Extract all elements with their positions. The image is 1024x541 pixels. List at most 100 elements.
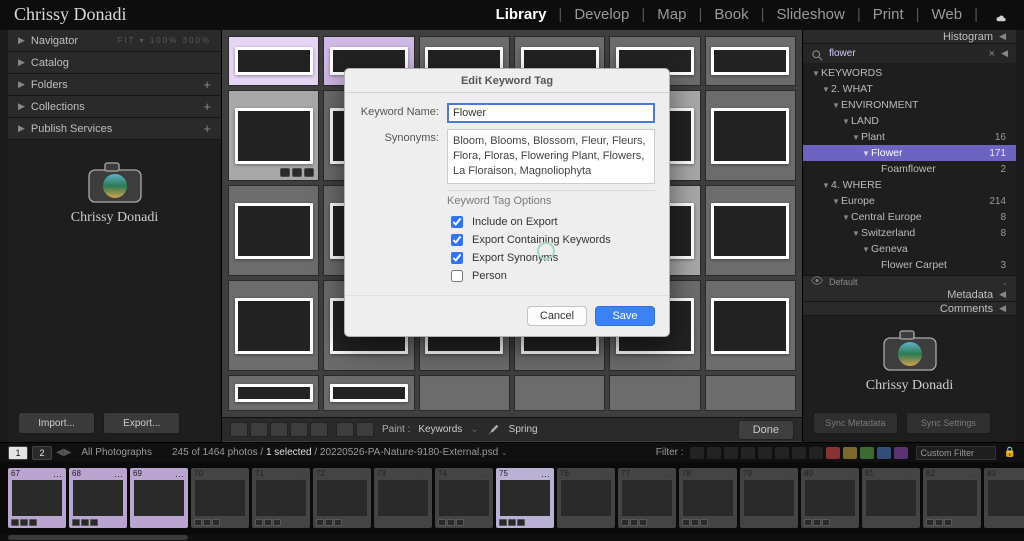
view-loupe-button[interactable] bbox=[250, 422, 268, 437]
filmstrip-cell[interactable]: 76⋯ bbox=[557, 468, 615, 528]
folders-header[interactable]: ▶ Folders + bbox=[8, 74, 221, 96]
secondary-display-2[interactable]: 2 bbox=[32, 446, 52, 460]
filmstrip-cell[interactable]: 73⋯ bbox=[374, 468, 432, 528]
secondary-display-1[interactable]: 1 bbox=[8, 446, 28, 460]
sync-settings-button[interactable]: Sync Settings bbox=[906, 412, 991, 434]
filmstrip-cell[interactable]: 80⋯ bbox=[801, 468, 859, 528]
tree-row[interactable]: ▼LAND bbox=[803, 113, 1016, 129]
filmstrip-cell[interactable]: 67⋯ bbox=[8, 468, 66, 528]
catalog-header[interactable]: ▶ Catalog bbox=[8, 52, 221, 74]
filmstrip-cell[interactable]: 69⋯ bbox=[130, 468, 188, 528]
histogram-header[interactable]: Histogram ◀ bbox=[803, 30, 1016, 44]
source-label[interactable]: All Photographs bbox=[81, 447, 152, 458]
star-filter-icon[interactable] bbox=[775, 447, 789, 459]
tree-row[interactable]: ▼Central Europe8 bbox=[803, 209, 1016, 225]
color-filter-blue[interactable] bbox=[877, 447, 891, 459]
add-folder-icon[interactable]: + bbox=[203, 77, 211, 92]
color-filter-red[interactable] bbox=[826, 447, 840, 459]
grid-cell[interactable] bbox=[705, 280, 796, 371]
export-button[interactable]: Export... bbox=[103, 412, 180, 434]
filmstrip-cell[interactable]: 74⋯ bbox=[435, 468, 493, 528]
painter-brush-icon[interactable] bbox=[487, 423, 501, 437]
filmstrip-cell[interactable]: 81⋯ bbox=[862, 468, 920, 528]
grid-cell[interactable] bbox=[705, 36, 796, 86]
sort-dir-button[interactable] bbox=[356, 422, 374, 437]
collections-header[interactable]: ▶ Collections + bbox=[8, 96, 221, 118]
tree-row[interactable]: Foamflower2 bbox=[803, 161, 1016, 177]
star-filter-icon[interactable] bbox=[758, 447, 772, 459]
publish-header[interactable]: ▶ Publish Services + bbox=[8, 118, 221, 140]
import-button[interactable]: Import... bbox=[18, 412, 95, 434]
grid-cell[interactable] bbox=[228, 280, 319, 371]
filmstrip-cell[interactable]: 77⋯ bbox=[618, 468, 676, 528]
tree-row-selected[interactable]: ▼Flower171 bbox=[803, 145, 1016, 161]
add-collection-icon[interactable]: + bbox=[203, 99, 211, 114]
grid-cell[interactable] bbox=[228, 375, 319, 411]
include-export-checkbox[interactable] bbox=[451, 216, 463, 228]
star-filter-icon[interactable] bbox=[792, 447, 806, 459]
grid-cell[interactable] bbox=[705, 185, 796, 276]
view-grid-button[interactable] bbox=[230, 422, 248, 437]
keyword-search-input[interactable] bbox=[827, 47, 989, 60]
grid-cell[interactable] bbox=[323, 375, 414, 411]
star-filter-icon[interactable] bbox=[809, 447, 823, 459]
flag-filter-icon[interactable] bbox=[707, 447, 721, 459]
filmstrip-cell[interactable]: 82⋯ bbox=[923, 468, 981, 528]
tree-row[interactable]: ▼Plant16 bbox=[803, 129, 1016, 145]
filmstrip-cell[interactable]: 79⋯ bbox=[740, 468, 798, 528]
star-filter-icon[interactable] bbox=[741, 447, 755, 459]
cancel-button[interactable]: Cancel bbox=[527, 306, 587, 326]
flag-filter-icon[interactable] bbox=[724, 447, 738, 459]
back-icon[interactable]: ◀▶ bbox=[56, 447, 71, 458]
comments-header[interactable]: Comments ◀ bbox=[803, 302, 1016, 316]
module-develop[interactable]: Develop bbox=[570, 6, 633, 23]
filmstrip-cell[interactable]: 71⋯ bbox=[252, 468, 310, 528]
metadata-header[interactable]: Metadata ◀ bbox=[803, 288, 1016, 302]
grid-cell[interactable] bbox=[228, 90, 319, 181]
filter-preset-dropdown[interactable]: Custom Filter bbox=[916, 446, 996, 460]
save-button[interactable]: Save bbox=[595, 306, 655, 326]
done-button[interactable]: Done bbox=[738, 420, 794, 440]
grid-cell[interactable] bbox=[228, 36, 319, 86]
view-compare-button[interactable] bbox=[270, 422, 288, 437]
navigator-header[interactable]: ▶ Navigator FIT ▾ 100% 300% bbox=[8, 30, 221, 52]
filmstrip-cell[interactable]: 68⋯ bbox=[69, 468, 127, 528]
filmstrip-cell-selected[interactable]: 75⋯ bbox=[496, 468, 554, 528]
painter-mode[interactable]: Keywords bbox=[418, 424, 462, 435]
tree-row[interactable]: ▼Europe214 bbox=[803, 193, 1016, 209]
tree-row[interactable]: ▼4. WHERE bbox=[803, 177, 1016, 193]
module-library[interactable]: Library bbox=[492, 6, 551, 23]
sort-button[interactable] bbox=[336, 422, 354, 437]
filmstrip-cell[interactable]: 78⋯ bbox=[679, 468, 737, 528]
color-filter-purple[interactable] bbox=[894, 447, 908, 459]
view-survey-button[interactable] bbox=[290, 422, 308, 437]
color-filter-green[interactable] bbox=[860, 447, 874, 459]
grid-cell[interactable] bbox=[609, 375, 700, 411]
navigator-zoom-levels[interactable]: FIT ▾ 100% 300% bbox=[118, 36, 211, 45]
tree-row[interactable]: Flower Carpet3 bbox=[803, 257, 1016, 273]
metadata-preset-bar[interactable]: Default ⌄ bbox=[803, 275, 1016, 288]
tree-row[interactable]: ▼ENVIRONMENT bbox=[803, 97, 1016, 113]
tree-row[interactable]: ▼KEYWORDS bbox=[803, 65, 1016, 81]
add-publish-icon[interactable]: + bbox=[203, 121, 211, 136]
view-people-button[interactable] bbox=[310, 422, 328, 437]
synonyms-box[interactable]: Bloom, Blooms, Blossom, Fleur, Fleurs, F… bbox=[447, 129, 655, 184]
module-web[interactable]: Web bbox=[928, 6, 967, 23]
filmstrip-cell[interactable]: 83⋯ bbox=[984, 468, 1024, 528]
filter-lock-icon[interactable]: 🔒 bbox=[1004, 447, 1016, 458]
painter-value[interactable]: Spring bbox=[509, 424, 538, 435]
export-synonyms-checkbox[interactable] bbox=[451, 252, 463, 264]
sync-metadata-button[interactable]: Sync Metadata bbox=[813, 412, 898, 434]
clear-search-icon[interactable]: × bbox=[989, 48, 995, 60]
search-options-icon[interactable]: ◀ bbox=[1001, 48, 1008, 59]
module-print[interactable]: Print bbox=[869, 6, 908, 23]
grid-cell[interactable] bbox=[705, 375, 796, 411]
person-checkbox[interactable] bbox=[451, 270, 463, 282]
export-containing-checkbox[interactable] bbox=[451, 234, 463, 246]
flag-filter-icon[interactable] bbox=[690, 447, 704, 459]
tree-row[interactable]: ▼2. WHAT bbox=[803, 81, 1016, 97]
tree-row[interactable]: ▼Geneva bbox=[803, 241, 1016, 257]
filmstrip-cell[interactable]: 72⋯ bbox=[313, 468, 371, 528]
module-map[interactable]: Map bbox=[653, 6, 690, 23]
grid-cell[interactable] bbox=[514, 375, 605, 411]
